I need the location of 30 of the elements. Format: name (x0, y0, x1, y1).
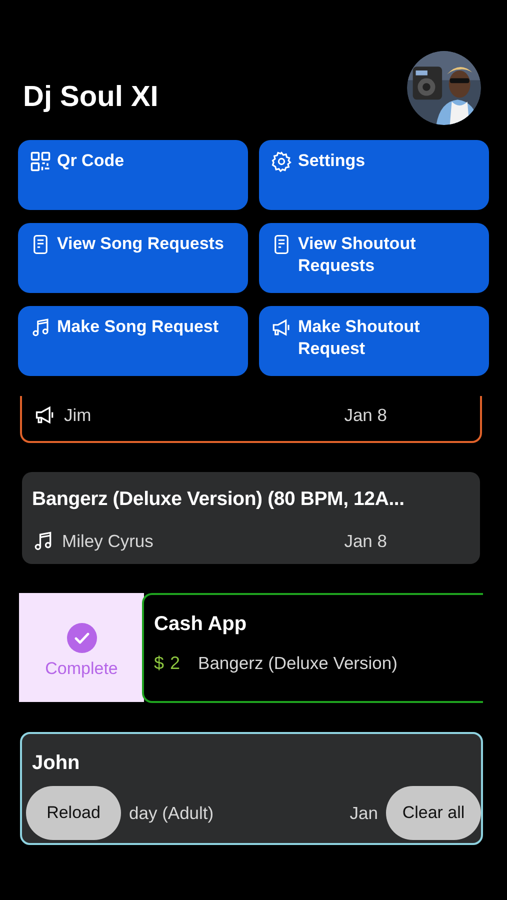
checkmark-icon (66, 623, 96, 653)
action-button[interactable]: View Shoutout Requests (259, 223, 489, 293)
action-button[interactable]: View Song Requests (18, 223, 248, 293)
amount: 2 (170, 653, 180, 674)
qr-code-icon (30, 151, 51, 172)
payment-method: Cash App (154, 612, 248, 637)
action-button[interactable]: Make Song Request (18, 306, 248, 376)
payment-card[interactable]: Cash App $ 2 Bangerz (Deluxe Version) (142, 593, 483, 703)
megaphone-icon (271, 317, 292, 338)
music-note-icon (32, 530, 54, 552)
song-title: Bangerz (Deluxe Version) (198, 653, 398, 674)
artist-name: Miley Cyrus (62, 530, 154, 552)
request-date: Jan 8 (344, 530, 387, 552)
shoutout-card[interactable]: Jim Jan 8 (20, 396, 482, 443)
request-date: Jan 8 (344, 404, 387, 426)
action-button[interactable]: Qr Code (18, 140, 248, 210)
shoutout-title: John (31, 751, 81, 776)
occasion: day (Adult) (129, 802, 214, 824)
request-date: Jan (350, 802, 378, 824)
currency-sign: $ (154, 653, 164, 674)
settings-icon (271, 151, 292, 172)
song-request-card[interactable]: Bangerz (Deluxe Version) (80 BPM, 12A... Miley Cyrus Jan 8 (22, 472, 480, 564)
megaphone-icon (34, 404, 56, 426)
music-note-icon (30, 317, 51, 338)
action-button[interactable]: Make Shoutout Request (259, 306, 489, 376)
profile-title: Dj Soul XI (23, 80, 158, 114)
complete-action[interactable]: Complete (19, 593, 144, 702)
action-button[interactable]: Settings (259, 140, 489, 210)
requester-name: Jim (64, 404, 92, 426)
song-title: Bangerz (Deluxe Version) (80 BPM, 12A... (32, 487, 406, 512)
